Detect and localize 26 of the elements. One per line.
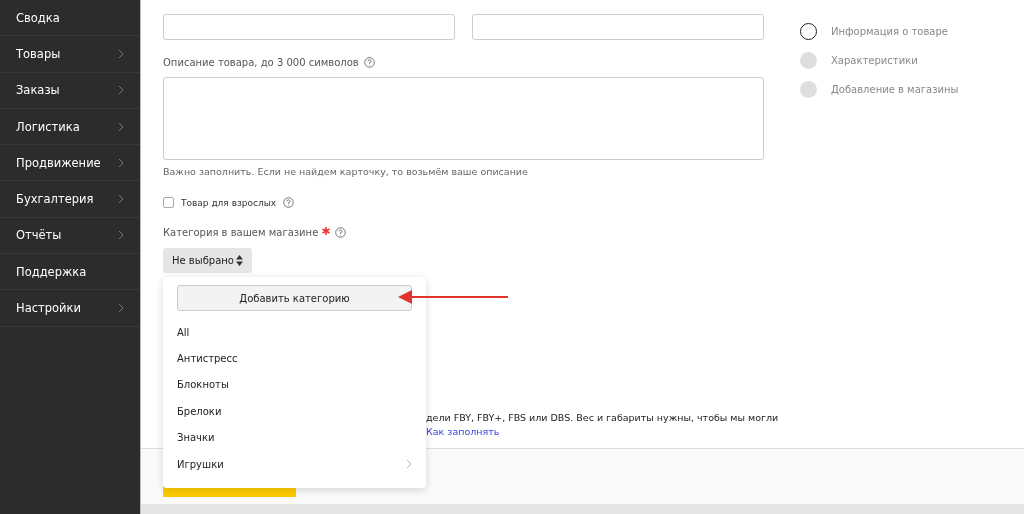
category-item[interactable]: Игрушки: [177, 450, 412, 478]
step-label[interactable]: Добавление в магазины: [831, 84, 959, 95]
how-to-fill-link[interactable]: Как заполнять: [426, 425, 500, 439]
category-select[interactable]: Не выбрано: [163, 248, 252, 273]
sidebar-item[interactable]: Бухгалтерия: [0, 181, 140, 218]
category-item[interactable]: Блокноты: [177, 371, 412, 399]
sidebar-item[interactable]: Поддержка: [0, 254, 140, 291]
step-label[interactable]: Характеристики: [831, 55, 918, 66]
hint-text: Важно заполнить. Если не найдем карточку, то возьмём ваше описание: [163, 166, 529, 177]
sidebar-item[interactable]: Товары: [0, 36, 140, 73]
step-label[interactable]: Информация о товаре: [831, 26, 948, 37]
sidebar-item[interactable]: Настройки: [0, 290, 140, 327]
category-item[interactable]: Значки: [177, 424, 412, 451]
field-label: Категория в вашем магазине: [163, 227, 319, 238]
sidebar-item[interactable]: Продвижение: [0, 145, 140, 182]
sidebar-item[interactable]: Логистика: [0, 108, 140, 146]
sidebar-item[interactable]: Заказы: [0, 72, 140, 109]
checkbox-label: Товар для взрослых: [181, 197, 277, 208]
delivery-text: дели FBY, FBY+, FBS или DBS. Вес и габариты нужны, чтобы мы могли: [426, 411, 779, 425]
category-item[interactable]: Антистресс: [177, 345, 412, 372]
field-label: Описание товара, до 3 000 символов: [163, 57, 359, 68]
add-category-button[interactable]: Добавить категорию: [177, 285, 412, 311]
category-item[interactable]: All: [177, 319, 412, 346]
sidebar-item[interactable]: Отчёты: [0, 217, 140, 255]
sidebar-item[interactable]: Сводка: [0, 0, 140, 37]
category-item[interactable]: Брелоки: [177, 398, 412, 425]
